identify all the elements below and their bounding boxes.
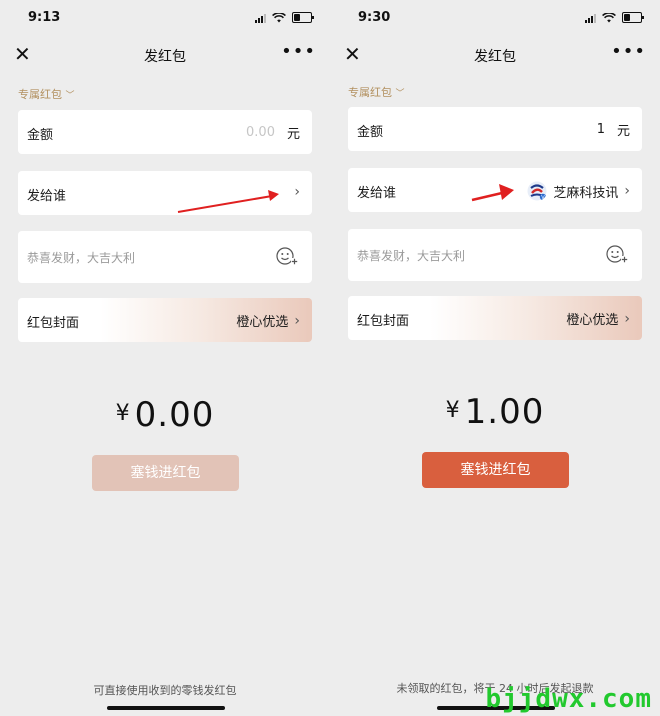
annotation-arrow — [471, 184, 514, 202]
screenshot-left: 9:13 ✕ 发红包 ••• 专属红包 ﹀ 金额 0.00 元 发给谁 › 恭喜… — [0, 0, 330, 716]
footer-note: 可直接使用收到的零钱发红包 — [93, 684, 237, 697]
annotation-arrow — [177, 190, 279, 213]
home-indicator — [107, 706, 225, 710]
screenshot-right: 9:30 ✕ 发红包 ••• 专属红包 ﹀ 金额 1 元 发给谁 V 芝麻科技讯… — [330, 0, 660, 716]
site-watermark: bjjdwx.com — [485, 684, 652, 714]
